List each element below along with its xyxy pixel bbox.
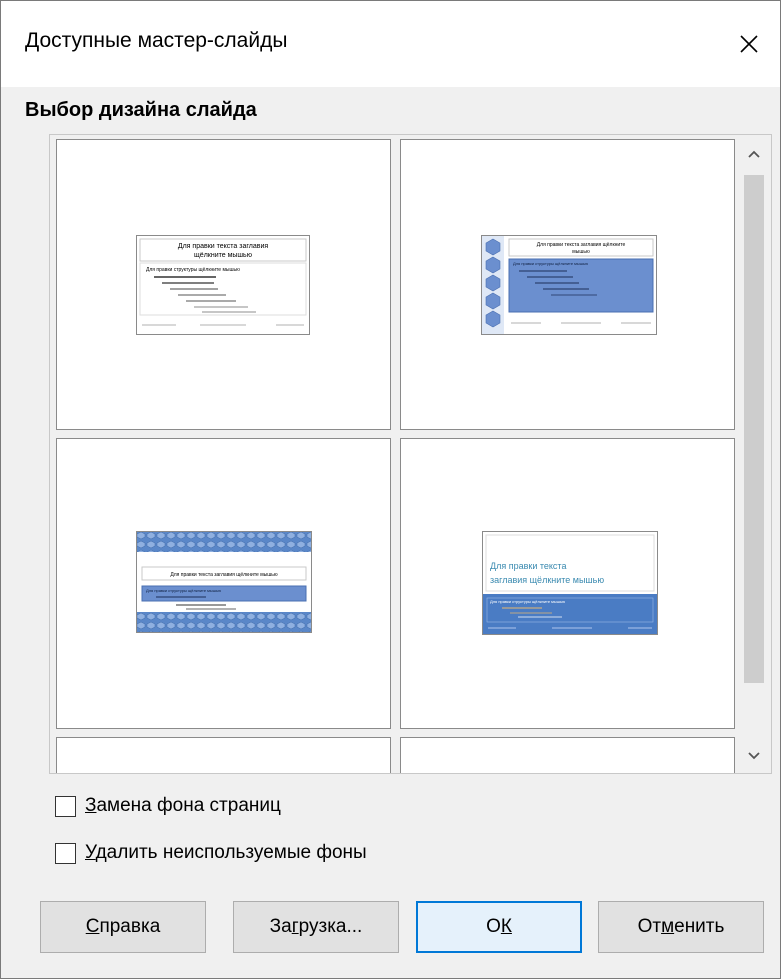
delete-unused-label: Удалить неиспользуемые фоны — [85, 842, 367, 864]
chevron-up-icon — [748, 150, 760, 158]
section-title: Выбор дизайна слайда — [25, 99, 257, 121]
replace-background-mnemonic: З — [85, 795, 97, 816]
replace-background-checkbox[interactable] — [55, 795, 76, 817]
delete-unused-label-rest: далить неиспользуемые фоны — [95, 842, 367, 863]
delete-unused-mnemonic: У — [85, 842, 96, 863]
dialog-title: Доступные мастер-слайды — [25, 29, 288, 52]
chevron-down-icon — [748, 752, 760, 760]
replace-background-option[interactable]: Замена фона страниц — [55, 793, 281, 819]
delete-unused-option[interactable]: Удалить неиспользуемые фоны — [55, 840, 367, 866]
scrollbar-thumb[interactable] — [744, 175, 764, 683]
help-mnemonic: С — [85, 916, 100, 937]
slide-design-item-5[interactable] — [56, 737, 391, 773]
slide-4-title-line-2: заглавия щёлкните мышью — [490, 575, 604, 585]
slide-1-body: Для правки структуры щёлкните мышью — [146, 267, 240, 273]
cancel-label-rest: енить — [674, 916, 725, 937]
slide-2-title-line-1: Для правки текста заглавия щёлкните — [537, 242, 626, 248]
slide-4-body: Для правки структуры щёлкните мышью — [490, 599, 565, 604]
ok-label-before: О — [486, 916, 501, 937]
slide-3-body: Для правки структуры щёлкните мышью — [146, 588, 221, 593]
slide-4-title-line-1: Для правки текста — [490, 561, 566, 571]
delete-unused-checkbox[interactable] — [55, 842, 76, 864]
title-bar: Доступные мастер-слайды — [1, 1, 780, 87]
scroll-down-button[interactable] — [737, 739, 771, 773]
help-label-rest: правка — [99, 916, 161, 937]
help-button[interactable]: Справка — [40, 901, 206, 953]
slide-thumbnail-2: Для правки текста заглавия щёлкните мышь… — [481, 235, 657, 335]
slide-design-view[interactable]: Для правки текста заглавия щёлкните мышь… — [49, 134, 772, 774]
ok-mnemonic: К — [500, 916, 512, 937]
load-button[interactable]: За г рузка... — [233, 901, 399, 953]
load-label-before: За — [269, 916, 292, 937]
close-button[interactable] — [718, 1, 780, 87]
slide-2-body: Для правки структуры щёлкните мышью — [513, 261, 588, 266]
ok-button[interactable]: ОК — [416, 901, 582, 953]
slide-design-item-2[interactable]: Для правки текста заглавия щёлкните мышь… — [400, 139, 735, 430]
cancel-button[interactable]: От м енить — [598, 901, 764, 953]
cancel-mnemonic: м — [661, 916, 675, 937]
slide-design-item-4[interactable]: Для правки текста заглавия щёлкните мышь… — [400, 438, 735, 729]
slide-design-item-1[interactable]: Для правки текста заглавия щёлкните мышь… — [56, 139, 391, 430]
slide-1-title-line-1: Для правки текста заглавия — [178, 243, 269, 250]
slide-3-title: Для правки текста заглавия щёлкните мышь… — [170, 572, 277, 578]
replace-background-label-rest: амена фона страниц — [96, 795, 281, 816]
replace-background-label: Замена фона страниц — [85, 795, 281, 817]
slide-1-title-line-2: щёлкните мышью — [194, 252, 252, 259]
vertical-scrollbar[interactable] — [737, 135, 771, 773]
slide-design-item-6[interactable] — [400, 737, 735, 773]
master-slides-dialog: Доступные мастер-слайды Выбор дизайна сл… — [0, 0, 781, 979]
slide-thumbnail-4: Для правки текста заглавия щёлкните мышь… — [482, 531, 658, 635]
close-icon — [740, 35, 758, 53]
slide-thumbnail-3: Для правки текста заглавия щёлкните мышь… — [136, 531, 312, 633]
scroll-up-button[interactable] — [737, 137, 771, 171]
load-label-rest: рузка... — [298, 916, 363, 937]
slide-thumbnail-1: Для правки текста заглавия щёлкните мышь… — [136, 235, 310, 335]
cancel-label-before: От — [637, 916, 662, 937]
slide-2-title-line-2: мышью — [572, 249, 590, 255]
slide-design-item-3[interactable]: Для правки текста заглавия щёлкните мышь… — [56, 438, 391, 729]
load-mnemonic: г — [291, 916, 299, 937]
